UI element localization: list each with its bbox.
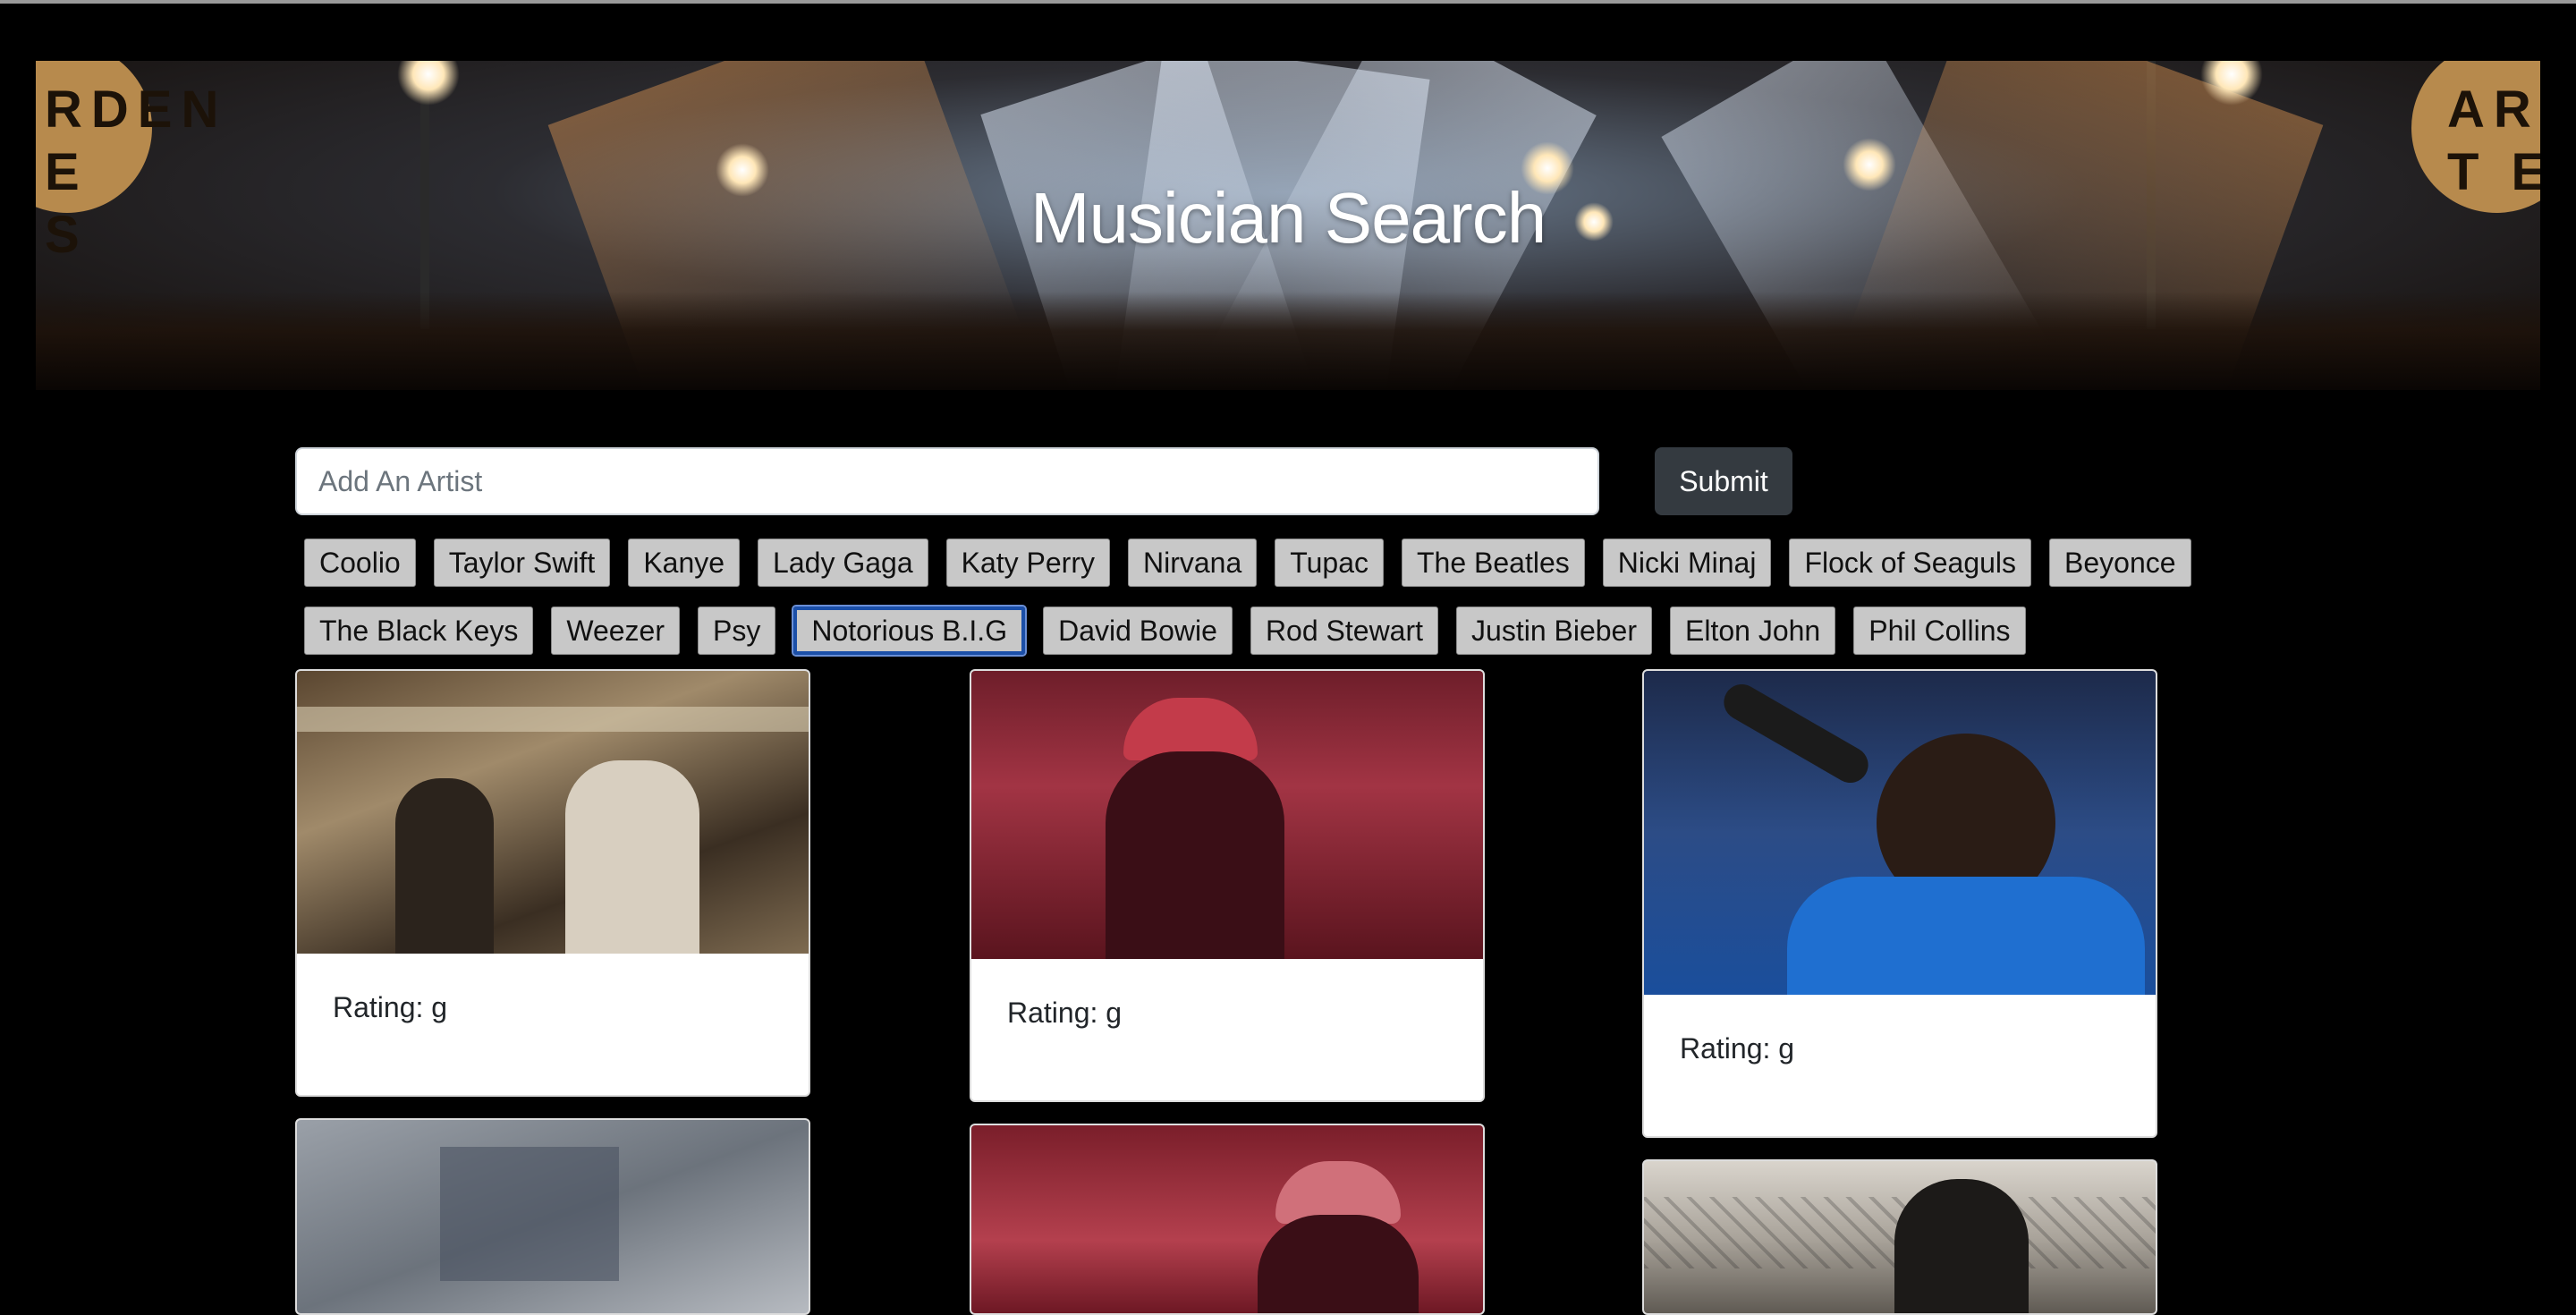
artist-button-rod-stewart[interactable]: Rod Stewart: [1250, 607, 1439, 655]
artist-buttons-row: The Black Keys Weezer Psy Notorious B.I.…: [295, 605, 2035, 657]
gif-card[interactable]: [970, 1124, 1485, 1315]
rating-label: Rating: g: [1007, 997, 1123, 1029]
gif-card[interactable]: [295, 1118, 810, 1315]
artist-button-tupac[interactable]: Tupac: [1275, 539, 1384, 587]
artist-button-kanye[interactable]: Kanye: [628, 539, 741, 587]
artist-button-beyonce[interactable]: Beyonce: [2049, 539, 2191, 587]
rating-label: Rating: g: [333, 991, 448, 1023]
gif-card[interactable]: Rating: g: [1642, 669, 2157, 1138]
artist-button-the-beatles[interactable]: The Beatles: [1402, 539, 1585, 587]
gif-image[interactable]: [971, 1125, 1483, 1313]
artist-button-elton-john[interactable]: Elton John: [1670, 607, 1836, 655]
gif-card[interactable]: Rating: g: [295, 669, 810, 1097]
gif-image[interactable]: [971, 671, 1483, 959]
stage-spotlight: [397, 61, 460, 106]
page-title: Musician Search: [1030, 178, 1546, 258]
artist-button-nicki-minaj[interactable]: Nicki Minaj: [1602, 539, 1772, 587]
gif-image[interactable]: [297, 671, 809, 954]
crowd-silhouette: [36, 292, 2540, 390]
artist-button-the-black-keys[interactable]: The Black Keys: [304, 607, 534, 655]
gif-card[interactable]: Rating: g: [970, 669, 1485, 1102]
artist-button-david-bowie[interactable]: David Bowie: [1043, 607, 1233, 655]
artist-button-phil-collins[interactable]: Phil Collins: [1853, 607, 2026, 655]
gif-image[interactable]: [297, 1120, 809, 1313]
artist-buttons-row: Coolio Taylor Swift Kanye Lady Gaga Katy…: [295, 539, 2200, 587]
gif-image[interactable]: [1644, 1161, 2156, 1313]
artist-button-flock-of-seaguls[interactable]: Flock of Seaguls: [1789, 539, 2032, 587]
artist-button-psy[interactable]: Psy: [697, 607, 776, 655]
artist-button-weezer[interactable]: Weezer: [551, 607, 680, 655]
artist-button-lady-gaga[interactable]: Lady Gaga: [758, 539, 928, 587]
artist-button-notorious-big[interactable]: Notorious B.I.G: [792, 605, 1028, 657]
window-top-edge: [0, 0, 2576, 4]
submit-button[interactable]: Submit: [1655, 447, 1792, 515]
artist-button-taylor-swift[interactable]: Taylor Swift: [433, 539, 611, 587]
artist-search-input[interactable]: [295, 447, 1599, 515]
artist-button-nirvana[interactable]: Nirvana: [1127, 539, 1258, 587]
artist-button-coolio[interactable]: Coolio: [304, 539, 416, 587]
hero-banner: RDENE S ARDT E Musician Search: [36, 61, 2540, 390]
artist-button-justin-bieber[interactable]: Justin Bieber: [1456, 607, 1652, 655]
artist-button-katy-perry[interactable]: Katy Perry: [945, 539, 1110, 587]
gif-card[interactable]: [1642, 1159, 2157, 1315]
gif-image[interactable]: [1644, 671, 2156, 995]
rating-label: Rating: g: [1680, 1032, 1795, 1065]
